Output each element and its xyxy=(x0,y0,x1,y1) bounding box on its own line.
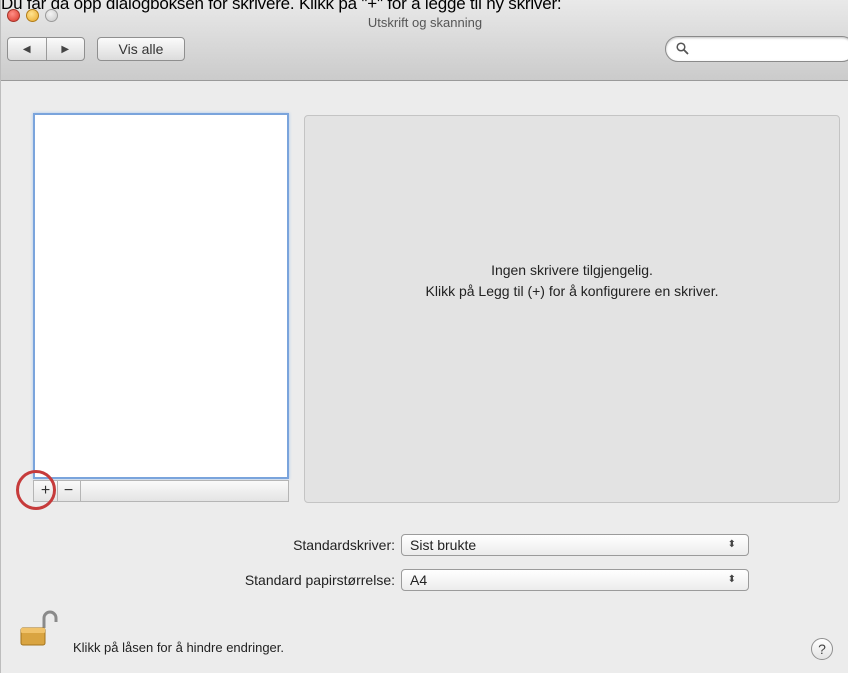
remove-printer-button[interactable]: − xyxy=(57,481,81,501)
search-icon xyxy=(676,42,689,55)
printer-list[interactable] xyxy=(33,113,289,479)
help-button[interactable]: ? xyxy=(811,638,833,660)
paper-size-select[interactable]: A4 ⬍ xyxy=(401,569,749,591)
preferences-window: Utskrift og skanning ◀ ▶ Vis alle + − In… xyxy=(0,0,848,673)
window-title: Utskrift og skanning xyxy=(367,15,483,30)
paper-size-label: Standard papirstørrelse: xyxy=(244,572,395,588)
lock-description: Klikk på låsen for å hindre endringer. xyxy=(73,640,285,655)
popup-arrows-icon: ⬍ xyxy=(727,574,736,585)
back-button[interactable]: ◀ xyxy=(8,38,46,60)
back-arrow-icon: ◀ xyxy=(22,43,31,55)
instruction-caption: Du får da opp dialogboksen for skrivere.… xyxy=(1,0,562,13)
paper-size-value: A4 xyxy=(410,572,428,588)
no-printers-message: Ingen skrivere tilgjengelig. xyxy=(491,262,653,278)
add-button-highlight-circle xyxy=(16,470,56,510)
default-printer-value: Sist brukte xyxy=(410,537,477,553)
add-printer-hint: Klikk på Legg til (+) for å konfigurere … xyxy=(425,283,719,299)
popup-arrows-icon: ⬍ xyxy=(727,539,736,550)
default-printer-select[interactable]: Sist brukte ⬍ xyxy=(401,534,749,556)
printer-detail-panel xyxy=(304,115,840,503)
forward-button[interactable]: ▶ xyxy=(45,38,85,60)
search-input[interactable] xyxy=(665,36,848,62)
forward-arrow-icon: ▶ xyxy=(61,43,70,55)
printer-list-toolbar: + − xyxy=(33,480,289,502)
back-forward-control: ◀ ▶ xyxy=(7,37,85,61)
default-printer-label: Standardskriver: xyxy=(293,537,395,553)
lock-icon[interactable] xyxy=(18,608,58,646)
show-all-button[interactable]: Vis alle xyxy=(97,37,185,61)
